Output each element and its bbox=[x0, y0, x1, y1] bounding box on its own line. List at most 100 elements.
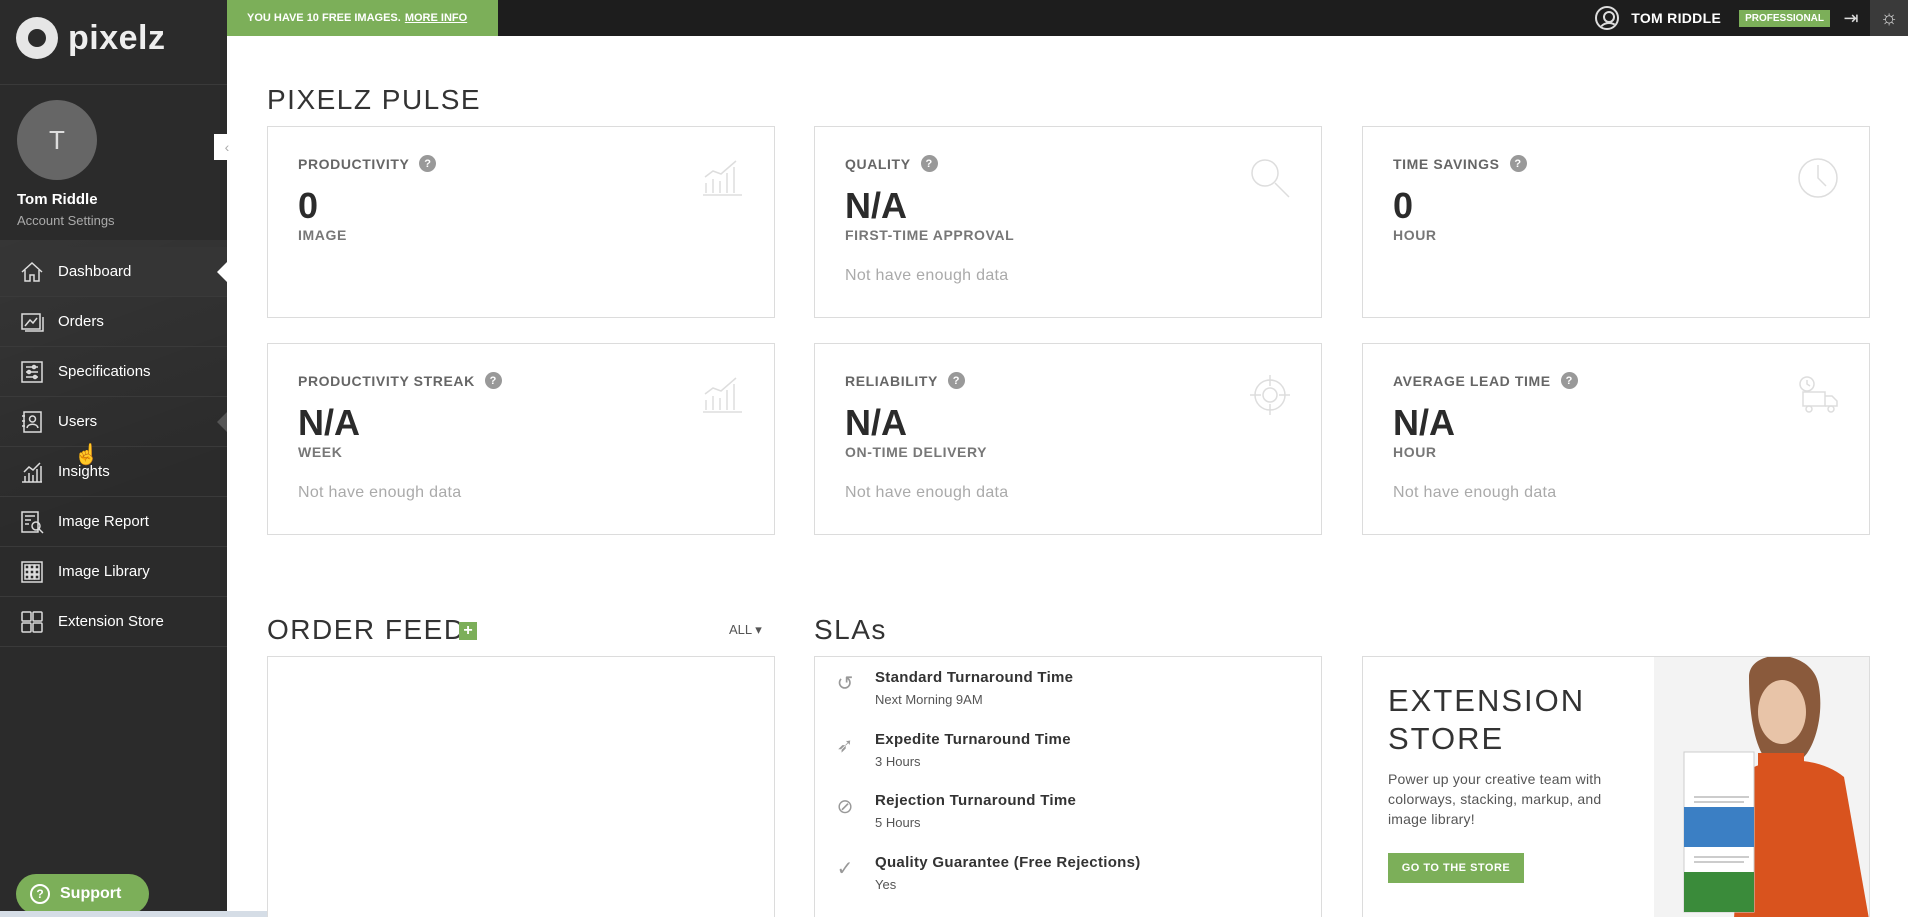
go-to-store-button[interactable]: GO TO THE STORE bbox=[1388, 853, 1524, 883]
card-value: N/A bbox=[298, 402, 360, 443]
sidebar-item-extension-store[interactable]: Extension Store bbox=[0, 597, 227, 647]
slas-panel: ↺ Standard Turnaround Time Next Morning … bbox=[814, 656, 1322, 917]
sidebar: pixelz T Tom Riddle Account Settings Das… bbox=[0, 0, 227, 917]
sidebar-item-label: Specifications bbox=[58, 363, 151, 380]
bar-chart-icon bbox=[703, 160, 742, 196]
sla-item: ↺ Standard Turnaround Time Next Morning … bbox=[815, 657, 1323, 719]
orders-icon bbox=[18, 308, 46, 336]
card-value: N/A bbox=[845, 185, 907, 226]
card-value: N/A bbox=[1393, 402, 1455, 443]
card-label-text: QUALITY bbox=[845, 155, 911, 172]
plan-badge: PROFESSIONAL bbox=[1739, 9, 1830, 27]
sliders-icon bbox=[18, 358, 46, 386]
sidebar-item-label: Orders bbox=[58, 313, 104, 330]
help-icon[interactable]: ? bbox=[419, 155, 437, 172]
topbar-user-name: TOM RIDDLE bbox=[1631, 10, 1722, 26]
help-icon[interactable]: ? bbox=[920, 155, 938, 172]
card-label-text: RELIABILITY bbox=[845, 372, 938, 389]
order-feed-title: ORDER FEED bbox=[267, 614, 466, 645]
help-icon[interactable]: ? bbox=[1509, 155, 1527, 172]
clock-icon bbox=[1798, 158, 1838, 198]
chart-icon bbox=[18, 458, 46, 486]
sidebar-item-users[interactable]: Users bbox=[0, 397, 227, 447]
avatar[interactable]: T bbox=[17, 100, 97, 180]
sla-item: ✓ Quality Guarantee (Free Rejections) Ye… bbox=[815, 842, 1323, 904]
home-icon bbox=[18, 258, 46, 286]
order-feed-panel bbox=[267, 656, 775, 917]
help-icon[interactable]: ? bbox=[947, 372, 965, 389]
check-icon: ✓ bbox=[836, 857, 854, 880]
card-note: Not have enough data bbox=[845, 267, 1009, 284]
sidebar-item-label: Image Library bbox=[58, 563, 150, 580]
sidebar-item-label: Extension Store bbox=[58, 613, 164, 630]
extension-store-description: Power up your creative team with colorwa… bbox=[1388, 771, 1602, 827]
collapse-sidebar-button[interactable]: ‹ bbox=[214, 134, 240, 160]
card-label: PRODUCTIVITY? bbox=[298, 155, 437, 172]
card-unit: WEEK bbox=[298, 444, 343, 460]
sidebar-item-dashboard[interactable]: Dashboard bbox=[0, 247, 227, 297]
sidebar-item-label: Users bbox=[58, 413, 98, 430]
pixelz-logo[interactable]: pixelz bbox=[16, 16, 165, 60]
help-icon[interactable]: ? bbox=[1560, 372, 1578, 389]
report-icon bbox=[18, 508, 46, 536]
add-order-button[interactable]: + bbox=[459, 622, 477, 640]
history-icon: ↺ bbox=[836, 672, 854, 695]
free-images-banner: YOU HAVE 10 FREE IMAGES. MORE INFO bbox=[227, 0, 498, 36]
sidebar-item-specifications[interactable]: Specifications bbox=[0, 347, 227, 397]
model-photo bbox=[1654, 657, 1869, 917]
productivity-card: PRODUCTIVITY? 0 IMAGE bbox=[267, 126, 775, 318]
store-icon bbox=[18, 608, 46, 636]
card-unit: FIRST-TIME APPROVAL bbox=[845, 227, 1015, 243]
chevron-left-icon: ‹ bbox=[224, 139, 230, 155]
sla-item: ➶ Expedite Turnaround Time 3 Hours bbox=[815, 719, 1323, 781]
sidebar-item-label: Dashboard bbox=[58, 263, 132, 280]
sidebar-item-label: Image Report bbox=[58, 513, 149, 530]
card-value: N/A bbox=[845, 402, 907, 443]
card-value: 0 bbox=[298, 185, 319, 226]
sla-title: Standard Turnaround Time bbox=[875, 669, 1074, 686]
support-button[interactable]: ? Support bbox=[16, 874, 149, 914]
hover-indicator bbox=[217, 412, 227, 432]
card-note: Not have enough data bbox=[298, 484, 462, 501]
user-menu[interactable]: TOM RIDDLE PROFESSIONAL ⇥ bbox=[1595, 0, 1862, 36]
top-bar: YOU HAVE 10 FREE IMAGES. MORE INFO TOM R… bbox=[227, 0, 1908, 36]
sidebar-item-orders[interactable]: Orders bbox=[0, 297, 227, 347]
sla-value: Next Morning 9AM bbox=[875, 692, 983, 707]
quality-card: QUALITY? N/A FIRST-TIME APPROVAL Not hav… bbox=[814, 126, 1322, 318]
card-label: PRODUCTIVITY STREAK? bbox=[298, 372, 502, 389]
card-label-text: PRODUCTIVITY STREAK bbox=[298, 372, 475, 389]
rocket-icon: ➶ bbox=[836, 734, 854, 757]
card-label: QUALITY? bbox=[845, 155, 938, 172]
card-label-text: AVERAGE LEAD TIME bbox=[1393, 372, 1551, 389]
sla-value: 5 Hours bbox=[875, 815, 921, 830]
reliability-card: RELIABILITY? N/A ON-TIME DELIVERY Not ha… bbox=[814, 343, 1322, 535]
card-unit: ON-TIME DELIVERY bbox=[845, 444, 988, 460]
sla-value: Yes bbox=[875, 877, 897, 892]
average-lead-time-card: AVERAGE LEAD TIME? N/A HOUR Not have eno… bbox=[1362, 343, 1870, 535]
sidebar-user-name: Tom Riddle bbox=[17, 191, 98, 208]
order-feed-filter-dropdown[interactable]: ALL ▾ bbox=[729, 622, 762, 638]
card-label: RELIABILITY? bbox=[845, 372, 965, 389]
card-label-text: PRODUCTIVITY bbox=[298, 155, 410, 172]
help-icon[interactable]: ? bbox=[484, 372, 502, 389]
extension-store-panel: EXTENSION STORE Power up your creative t… bbox=[1362, 656, 1870, 917]
sla-title: Quality Guarantee (Free Rejections) bbox=[875, 854, 1141, 871]
logout-icon[interactable]: ⇥ bbox=[1840, 7, 1862, 29]
card-unit: HOUR bbox=[1393, 227, 1437, 243]
user-icon bbox=[1595, 6, 1620, 30]
time-savings-card: TIME SAVINGS? 0 HOUR bbox=[1362, 126, 1870, 318]
question-icon: ? bbox=[30, 884, 50, 904]
extension-store-title: EXTENSION STORE bbox=[1388, 683, 1586, 756]
card-note: Not have enough data bbox=[845, 484, 1009, 501]
card-unit: HOUR bbox=[1393, 444, 1437, 460]
sidebar-item-image-library[interactable]: Image Library bbox=[0, 547, 227, 597]
more-info-link[interactable]: MORE INFO bbox=[405, 12, 467, 24]
sidebar-item-image-report[interactable]: Image Report bbox=[0, 497, 227, 547]
card-note: Not have enough data bbox=[1393, 484, 1557, 501]
productivity-streak-card: PRODUCTIVITY STREAK? N/A WEEK Not have e… bbox=[267, 343, 775, 535]
active-indicator bbox=[217, 262, 227, 282]
account-settings-link[interactable]: Account Settings bbox=[17, 213, 115, 228]
sidebar-item-insights[interactable]: Insights bbox=[0, 447, 227, 497]
bar-chart-icon bbox=[703, 377, 742, 413]
lightbulb-icon[interactable]: ☼ bbox=[1870, 0, 1908, 36]
